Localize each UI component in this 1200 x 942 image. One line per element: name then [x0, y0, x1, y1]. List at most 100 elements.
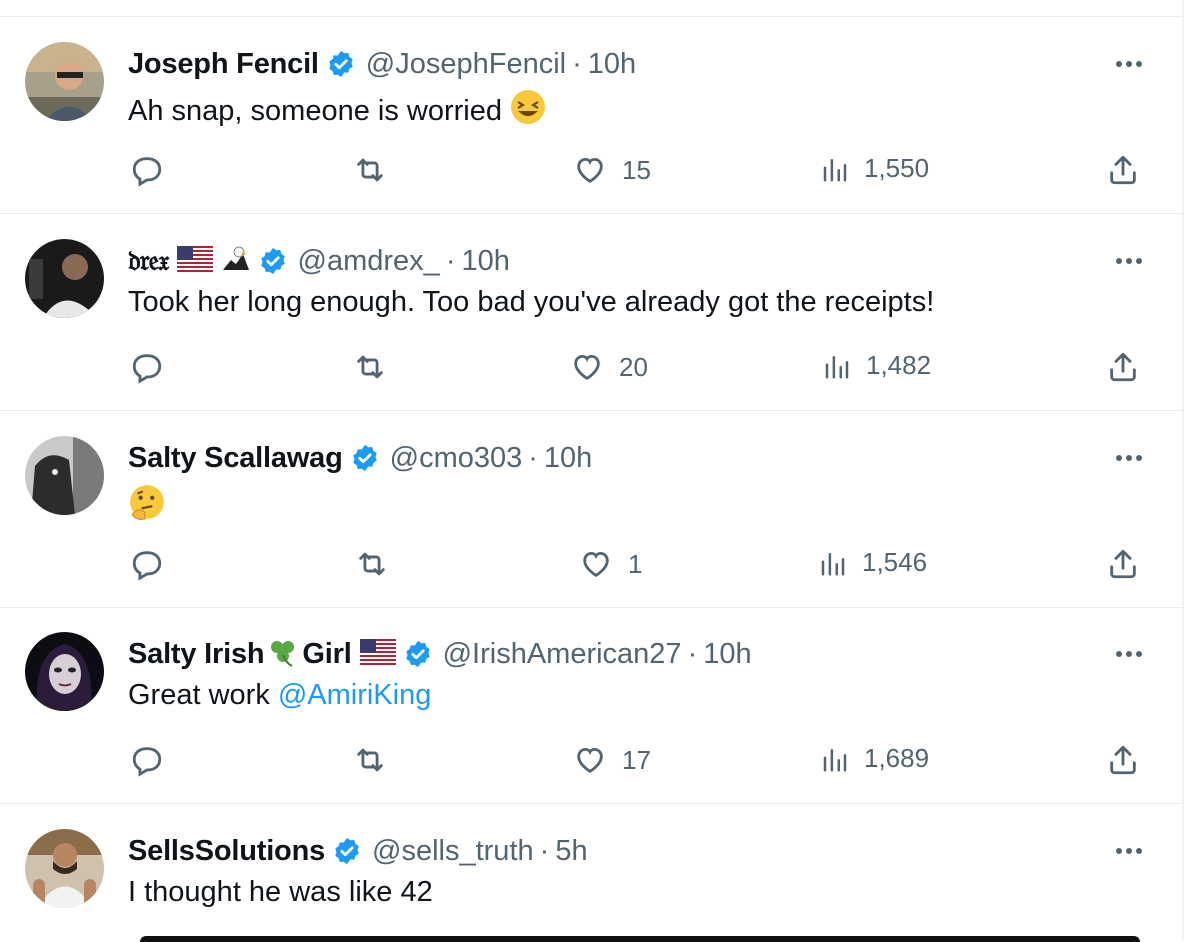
reply-icon: [130, 350, 164, 384]
verified-badge-icon: [332, 836, 362, 866]
like-button[interactable]: 20: [569, 350, 648, 384]
retweet-icon: [354, 547, 390, 581]
heart-icon: [578, 547, 614, 581]
reply-icon: [130, 153, 164, 187]
timestamp[interactable]: 10h: [544, 442, 592, 475]
tweet[interactable]: Salty Irish Girl @IrishAmerican27 · 10h …: [0, 607, 1183, 804]
eagle-icon: [221, 244, 251, 279]
share-button[interactable]: [1106, 153, 1140, 187]
like-button[interactable]: 15: [572, 153, 651, 187]
separator: ·: [445, 244, 456, 277]
tweet-header: Salty Scallawag @cmo303 · 10h: [128, 439, 592, 477]
reply-button[interactable]: [130, 547, 164, 581]
timestamp[interactable]: 5h: [555, 835, 587, 868]
reply-button[interactable]: [130, 153, 164, 187]
share-button[interactable]: [1106, 743, 1140, 777]
verified-badge-icon: [403, 639, 433, 669]
views-button[interactable]: 1,689: [820, 743, 929, 774]
like-button[interactable]: 1: [578, 547, 642, 581]
handle[interactable]: @IrishAmerican27: [443, 638, 682, 671]
handle[interactable]: @cmo303: [390, 442, 523, 475]
views-icon: [818, 548, 848, 578]
tweet[interactable]: Joseph Fencil @JosephFencil · 10h Ah sna…: [0, 17, 1183, 214]
view-count: 1,550: [864, 153, 930, 183]
tweet-header: SellsSolutions @sells_truth · 5h: [128, 832, 588, 870]
display-name[interactable]: SellsSolutions: [128, 835, 325, 868]
share-icon: [1106, 350, 1140, 384]
display-name[interactable]: Salty Scallawag: [128, 442, 343, 475]
reply-icon: [130, 743, 164, 777]
separator: ·: [539, 834, 550, 867]
tweet-text-content: Great work: [128, 679, 270, 711]
display-name-part1[interactable]: Salty Irish: [128, 638, 265, 671]
retweet-icon: [352, 350, 388, 384]
more-icon[interactable]: [1113, 647, 1145, 659]
tweet[interactable]: Salty Scallawag @cmo303 · 10h 1 1,546: [0, 411, 1183, 608]
reply-button[interactable]: [130, 743, 164, 777]
more-icon[interactable]: [1113, 254, 1145, 266]
tweet-text-content: Took her long enough. Too bad you've alr…: [128, 286, 935, 318]
timestamp[interactable]: 10h: [588, 48, 636, 81]
verified-badge-icon: [350, 443, 380, 473]
share-icon: [1106, 547, 1140, 581]
retweet-icon: [352, 153, 388, 187]
handle[interactable]: @amdrex_: [298, 245, 440, 278]
heart-icon: [569, 350, 605, 384]
tweet-text: I thought he was like 42: [128, 876, 433, 909]
grinning-squinting-face-icon: [510, 89, 546, 133]
retweet-button[interactable]: [352, 743, 388, 777]
tweet-text-content: I thought he was like 42: [128, 876, 433, 908]
mention-link[interactable]: @AmiriKing: [278, 679, 432, 712]
view-count: 1,546: [862, 547, 928, 577]
verified-badge-icon: [326, 49, 356, 79]
tweet-header: Joseph Fencil @JosephFencil · 10h: [128, 45, 636, 83]
retweet-button[interactable]: [352, 350, 388, 384]
views-button[interactable]: 1,546: [818, 547, 927, 578]
avatar[interactable]: [25, 436, 104, 515]
reply-button[interactable]: [130, 350, 164, 384]
separator: ·: [572, 47, 582, 80]
like-button[interactable]: 17: [572, 743, 651, 777]
tweet[interactable]: 𝔡𝔯𝔢𝔵 @amdrex_ · 10h Took her long enough…: [0, 214, 1183, 411]
tweet-text-content: Ah snap, someone is worried: [128, 94, 502, 127]
more-icon[interactable]: [1113, 57, 1145, 69]
heart-icon: [572, 743, 608, 777]
retweet-button[interactable]: [354, 547, 390, 581]
media-preview[interactable]: [140, 936, 1140, 942]
views-button[interactable]: 1,482: [822, 350, 931, 381]
view-count: 1,482: [866, 350, 932, 380]
avatar[interactable]: [25, 829, 104, 908]
views-button[interactable]: 1,550: [820, 153, 929, 184]
verified-badge-icon: [258, 246, 288, 276]
reply-icon: [130, 547, 164, 581]
tweet[interactable]: SellsSolutions @sells_truth · 5h I thoug…: [0, 804, 1183, 940]
us-flag-icon: [176, 245, 213, 277]
more-icon[interactable]: [1113, 844, 1145, 856]
tweet-text: Ah snap, someone is worried: [128, 89, 546, 133]
handle[interactable]: @sells_truth: [372, 835, 534, 868]
heart-icon: [572, 153, 608, 187]
retweet-button[interactable]: [352, 153, 388, 187]
share-icon: [1106, 743, 1140, 777]
display-name[interactable]: 𝔡𝔯𝔢𝔵: [128, 244, 170, 278]
share-icon: [1106, 153, 1140, 187]
separator: ·: [687, 637, 698, 670]
like-count: 15: [622, 154, 651, 185]
handle[interactable]: @JosephFencil: [366, 48, 566, 81]
like-count: 20: [619, 351, 648, 382]
display-name[interactable]: Joseph Fencil: [128, 48, 319, 81]
timestamp[interactable]: 10h: [703, 638, 751, 671]
more-icon[interactable]: [1113, 451, 1145, 463]
views-icon: [822, 351, 852, 381]
views-icon: [820, 154, 850, 184]
avatar[interactable]: [25, 632, 104, 711]
timestamp[interactable]: 10h: [461, 245, 509, 278]
avatar[interactable]: [25, 42, 104, 121]
share-button[interactable]: [1106, 350, 1140, 384]
share-button[interactable]: [1106, 547, 1140, 581]
shamrock-icon: [266, 637, 300, 672]
display-name-part2[interactable]: Girl: [302, 638, 351, 671]
thinking-face-icon: [128, 483, 166, 529]
like-count: 17: [622, 744, 651, 775]
avatar[interactable]: [25, 239, 104, 318]
